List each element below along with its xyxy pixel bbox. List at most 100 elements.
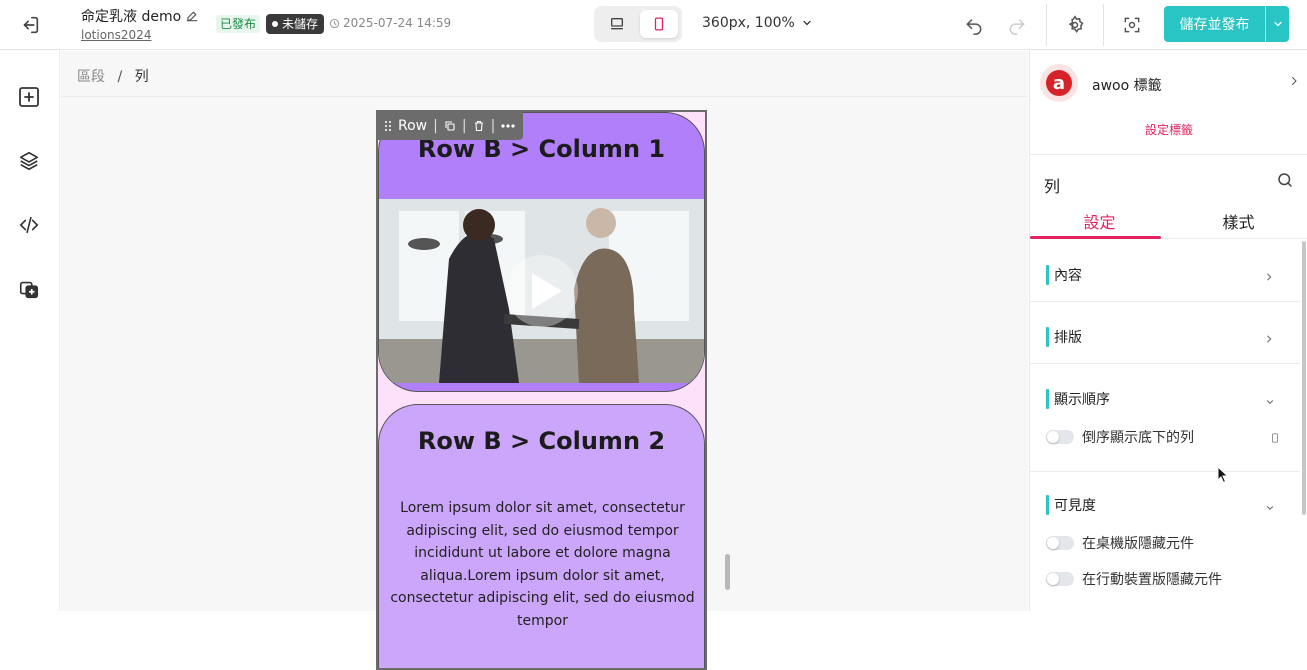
- layers-icon[interactable]: [16, 148, 42, 174]
- status-badge-unsaved-label: 未儲存: [282, 17, 319, 31]
- toolbar-divider: [1046, 4, 1047, 46]
- canvas-resize-handle[interactable]: [725, 554, 730, 590]
- zoom-dropdown[interactable]: 360px, 100%: [702, 15, 813, 31]
- breadcrumb-separator: /: [117, 69, 123, 85]
- hide-mobile-toggle[interactable]: [1046, 572, 1074, 586]
- tab-settings[interactable]: 設定: [1030, 199, 1169, 239]
- hide-desktop-toggle[interactable]: [1046, 536, 1074, 550]
- chevron-down-icon[interactable]: [1264, 392, 1276, 411]
- save-publish-label[interactable]: 儲存並發布: [1164, 6, 1265, 42]
- section-visibility: 可見度 在桌機版隱藏元件 在行動裝置版隱藏元件: [1030, 472, 1300, 611]
- reverse-order-row: 倒序顯示底下的列: [1046, 427, 1194, 447]
- status-badge-published: 已發布: [216, 15, 261, 33]
- undo-icon[interactable]: [961, 12, 987, 38]
- mobile-only-icon: [1270, 430, 1280, 449]
- video-thumbnail: [379, 199, 704, 383]
- preview-icon[interactable]: [1119, 12, 1145, 38]
- chevron-down-icon[interactable]: [1264, 498, 1276, 517]
- section-visibility-header[interactable]: 可見度: [1046, 494, 1096, 516]
- column-1[interactable]: Row B > Column 1: [378, 112, 705, 392]
- app-name[interactable]: awoo 標籤: [1092, 75, 1162, 95]
- chevron-right-icon[interactable]: [1264, 268, 1274, 287]
- chevron-right-icon[interactable]: [1264, 330, 1274, 349]
- reverse-order-label: 倒序顯示底下的列: [1082, 430, 1194, 446]
- timestamp-text: 2025-07-24 14:59: [343, 16, 452, 30]
- row-toolbar: Row | | |: [378, 112, 524, 140]
- chevron-right-icon[interactable]: [1288, 73, 1300, 92]
- section-accent: [1046, 495, 1049, 515]
- redo-icon[interactable]: [1004, 12, 1030, 38]
- settings-icon[interactable]: [1062, 12, 1088, 38]
- last-saved-time: 2025-07-24 14:59: [329, 16, 451, 30]
- section-content[interactable]: 內容: [1030, 240, 1300, 302]
- device-switch: [594, 6, 682, 42]
- column-2-title[interactable]: Row B > Column 2: [379, 427, 704, 455]
- exit-icon[interactable]: [16, 12, 44, 38]
- section-layout[interactable]: 排版: [1030, 302, 1300, 364]
- mobile-icon: [654, 17, 664, 31]
- section-content-label: 內容: [1054, 268, 1082, 284]
- panel-tabs: 設定 樣式: [1030, 199, 1307, 239]
- video-player[interactable]: [379, 199, 704, 383]
- top-bar: 命定乳液 demo lotions2024 已發布 未儲存 2025-07-24…: [0, 0, 1307, 50]
- column-2[interactable]: Row B > Column 2 Lorem ipsum dolor sit a…: [378, 404, 705, 668]
- section-layout-label: 排版: [1054, 330, 1082, 346]
- more-icon[interactable]: [501, 124, 515, 128]
- hide-mobile-row: 在行動裝置版隱藏元件: [1046, 569, 1222, 589]
- tab-styles[interactable]: 樣式: [1169, 199, 1307, 238]
- desktop-icon: [611, 18, 623, 30]
- toolbar-separator: |: [490, 118, 496, 134]
- assets-icon[interactable]: [16, 276, 42, 302]
- section-order-label: 顯示順序: [1054, 392, 1110, 408]
- status-badge-unsaved: 未儲存: [266, 14, 325, 34]
- publish-options-chevron-icon[interactable]: [1265, 6, 1289, 42]
- hide-mobile-label: 在行動裝置版隱藏元件: [1082, 572, 1222, 588]
- hide-desktop-row: 在桌機版隱藏元件: [1046, 533, 1194, 553]
- mobile-view-button[interactable]: [640, 10, 678, 38]
- app-integration: a awoo 標籤 設定標籤: [1030, 51, 1307, 155]
- panel-title: 列: [1044, 177, 1061, 196]
- edit-icon[interactable]: [185, 9, 199, 23]
- delete-icon[interactable]: [473, 120, 485, 132]
- editor-canvas: 區段 / 列 Row B > Column 1 Row B > Column 2…: [61, 51, 1028, 670]
- status-dot-icon: [272, 21, 278, 27]
- breadcrumb-item-section[interactable]: 區段: [77, 69, 105, 85]
- page-slug[interactable]: lotions2024: [81, 28, 151, 42]
- mouse-cursor-icon: [1217, 465, 1229, 488]
- breadcrumb-item-current: 列: [134, 69, 149, 85]
- toolbar-divider: [1103, 4, 1104, 46]
- section-layout-header: 排版: [1046, 326, 1082, 348]
- toolbar-separator: |: [433, 118, 438, 134]
- awoo-logo: a: [1040, 64, 1078, 102]
- duplicate-icon[interactable]: [444, 120, 456, 132]
- section-content-header: 內容: [1046, 264, 1082, 286]
- chevron-down-icon: [803, 20, 811, 26]
- history-icon: [329, 18, 340, 28]
- panel-scrollbar[interactable]: [1302, 241, 1306, 515]
- breadcrumb: 區段 / 列: [61, 51, 1028, 97]
- section-accent: [1046, 265, 1049, 285]
- add-element-icon[interactable]: [16, 84, 42, 110]
- search-icon[interactable]: [1276, 171, 1294, 193]
- section-accent: [1046, 389, 1049, 409]
- drag-handle-icon[interactable]: [384, 120, 392, 132]
- section-accent: [1046, 327, 1049, 347]
- mobile-preview-frame: Row B > Column 1 Row B > Column 2 Lorem …: [376, 110, 707, 670]
- section-display-order: 顯示順序 倒序顯示底下的列: [1030, 364, 1300, 472]
- page-title-text: 命定乳液 demo: [81, 9, 182, 25]
- code-icon[interactable]: [16, 212, 42, 238]
- column-2-text[interactable]: Lorem ipsum dolor sit amet, consectetur …: [385, 497, 700, 632]
- toolbar-separator: |: [461, 118, 467, 134]
- hide-desktop-label: 在桌機版隱藏元件: [1082, 536, 1194, 552]
- section-visibility-label: 可見度: [1054, 498, 1096, 514]
- row-toolbar-label: Row: [398, 118, 428, 134]
- save-publish-button[interactable]: 儲存並發布: [1164, 6, 1289, 42]
- section-order-header[interactable]: 顯示順序: [1046, 388, 1110, 410]
- properties-panel: a awoo 標籤 設定標籤 列 設定 樣式 內容 排版 顯示順序 倒序顯示底下…: [1029, 51, 1307, 611]
- setup-tags-link[interactable]: 設定標籤: [1030, 121, 1307, 138]
- reverse-order-toggle[interactable]: [1046, 430, 1074, 444]
- left-toolbar: [0, 51, 60, 611]
- page-title: 命定乳液 demo: [81, 6, 199, 26]
- desktop-view-button[interactable]: [598, 10, 636, 38]
- zoom-label: 360px, 100%: [702, 15, 795, 31]
